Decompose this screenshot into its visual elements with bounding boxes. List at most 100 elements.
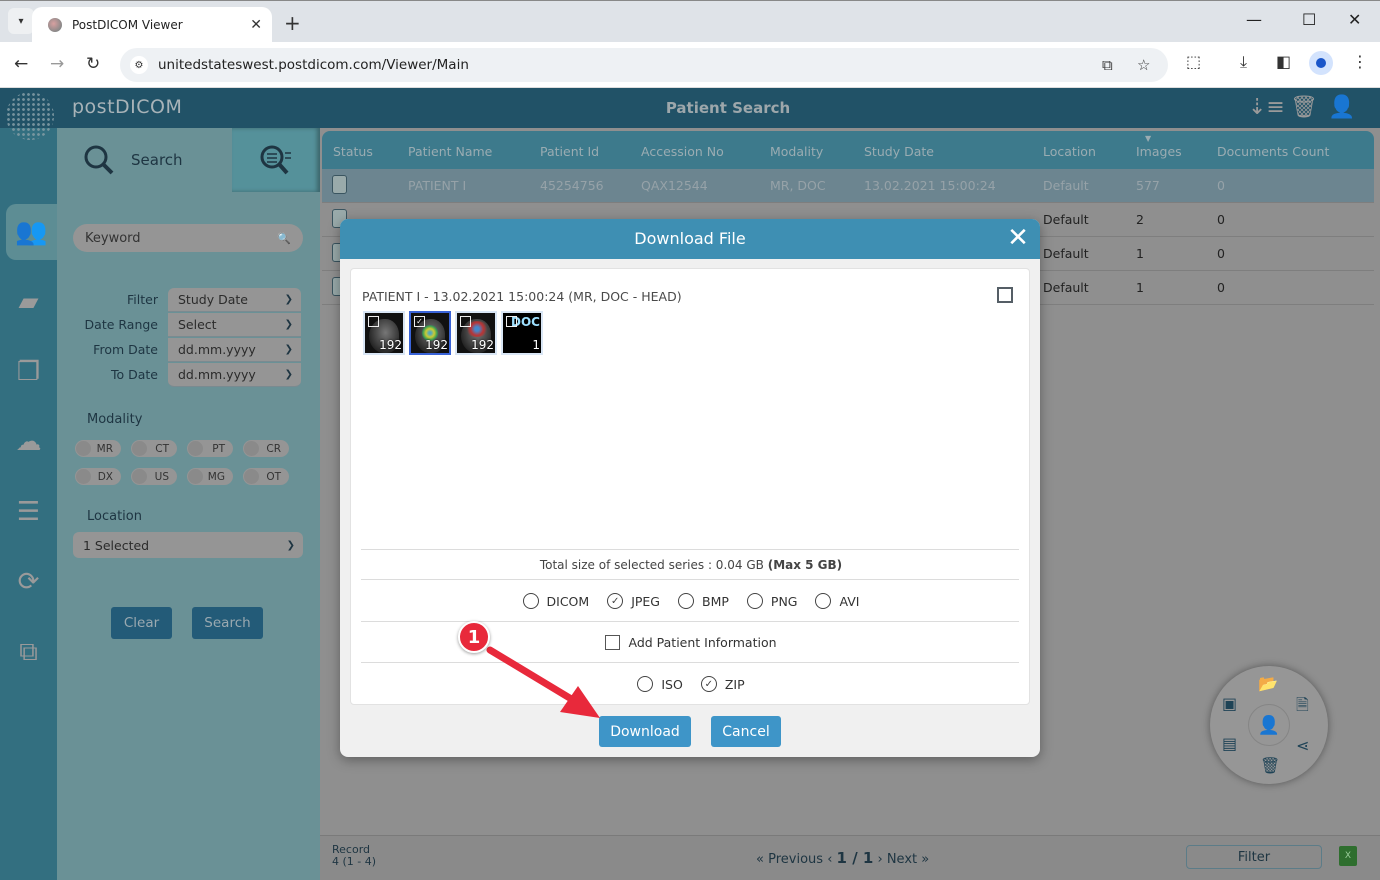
radio-checked-icon[interactable]: ✓ (607, 593, 624, 609)
format-jpeg[interactable]: ✓ JPEG (607, 593, 660, 609)
rail-folders[interactable]: ▰ (0, 274, 57, 330)
add-document-icon[interactable]: 🗎 (1296, 694, 1309, 721)
modality-toggle-dx[interactable]: DX (75, 468, 121, 485)
rail-studies[interactable]: ❐ (0, 344, 57, 400)
add-patient-info-checkbox[interactable]: Add Patient Information (605, 635, 777, 650)
series-thumbnail[interactable]: 192 (455, 311, 497, 355)
radio-unchecked-icon[interactable] (637, 676, 654, 692)
browser-menu-icon[interactable]: ⋮ (1352, 52, 1368, 71)
bookmark-star-icon[interactable]: ☆ (1137, 56, 1150, 74)
url-bar[interactable]: ⚙ unitedstateswest.postdicom.com/Viewer/… (120, 48, 1168, 82)
profile-avatar[interactable] (1309, 51, 1333, 75)
previous-link[interactable]: Previous (768, 852, 823, 867)
forward-icon[interactable]: → (50, 54, 64, 74)
download-button[interactable]: Download (599, 716, 691, 747)
add-patient-icon[interactable]: 👤 (1248, 704, 1290, 746)
radio-unchecked-icon[interactable] (522, 593, 539, 609)
modality-toggle-pt[interactable]: PT (187, 440, 233, 457)
date-range-select[interactable]: Select ❯ (168, 313, 301, 337)
keyword-search-icon[interactable]: 🔍 (277, 232, 291, 245)
series-checkbox[interactable] (368, 316, 379, 327)
downloads-icon[interactable]: ⤓ (1240, 52, 1247, 72)
col-study-date[interactable]: Study Date (864, 144, 934, 159)
new-tab-button[interactable]: + (284, 11, 301, 35)
translate-icon[interactable]: ⧉ (1102, 56, 1113, 74)
col-accession-no[interactable]: Accession No (641, 144, 724, 159)
delete-icon[interactable]: 🗑 (1260, 756, 1280, 775)
to-date-input[interactable]: dd.mm.yyyy ❯ (168, 363, 301, 387)
open-folder-icon[interactable]: 📂 (1258, 674, 1278, 693)
side-panel-icon[interactable]: ◧ (1276, 52, 1291, 71)
rail-upload[interactable]: ☁ (0, 414, 57, 470)
radio-unchecked-icon[interactable] (678, 593, 694, 609)
tab-advanced-search[interactable] (232, 128, 320, 192)
prev-page-icon[interactable]: ‹ (827, 852, 832, 867)
rail-sync[interactable]: ⟳ (0, 554, 57, 610)
col-patient-id[interactable]: Patient Id (540, 144, 599, 159)
maximize-button[interactable]: ☐ (1302, 10, 1316, 29)
tab-list-button[interactable]: ▾ (8, 8, 34, 34)
browser-tab[interactable]: PostDICOM Viewer ✕ (32, 7, 272, 43)
filter-button[interactable]: Filter (1186, 845, 1322, 869)
modality-toggle-us[interactable]: US (131, 468, 177, 485)
first-page-icon[interactable]: « (756, 852, 764, 867)
report-icon[interactable]: ▤ (1222, 734, 1237, 753)
rail-transfer[interactable]: ⧉ (0, 624, 57, 680)
keyword-input[interactable]: Keyword 🔍 (73, 224, 303, 252)
tab-close-icon[interactable]: ✕ (250, 17, 262, 33)
modality-toggle-ot[interactable]: OT (243, 468, 289, 485)
cancel-button[interactable]: Cancel (711, 716, 781, 747)
modality-toggle-cr[interactable]: CR (243, 440, 289, 457)
col-patient-name[interactable]: Patient Name (408, 144, 492, 159)
col-documents-count[interactable]: Documents Count (1217, 144, 1329, 159)
format-png[interactable]: PNG (746, 593, 797, 609)
tab-search[interactable]: Search (57, 128, 232, 192)
next-page-icon[interactable]: › (877, 852, 882, 867)
col-images[interactable]: Images (1136, 144, 1182, 159)
recycle-bin-icon[interactable]: 🗑 (1290, 95, 1318, 120)
new-folder-icon[interactable]: ▣ (1222, 694, 1237, 713)
package-zip[interactable]: ✓ ZIP (700, 676, 745, 692)
extensions-icon[interactable]: ⬚ (1186, 52, 1201, 71)
package-iso[interactable]: ISO (637, 676, 683, 692)
dialog-close-icon[interactable]: ✕ (1004, 223, 1032, 253)
rail-patients[interactable]: 👥 (6, 204, 57, 260)
radio-unchecked-icon[interactable] (815, 593, 832, 609)
user-icon[interactable]: 👤 (1328, 95, 1355, 120)
format-bmp[interactable]: BMP (678, 593, 729, 609)
series-checkbox[interactable] (506, 316, 517, 327)
share-icon[interactable]: ⋖ (1296, 736, 1309, 755)
rail-list-search[interactable]: ☰ (0, 484, 57, 540)
format-avi[interactable]: AVI (815, 593, 859, 609)
checkbox-icon[interactable] (605, 635, 621, 650)
format-dicom[interactable]: DICOM (522, 593, 589, 609)
series-checkbox[interactable]: ✓ (414, 316, 425, 327)
clear-button[interactable]: Clear (111, 607, 172, 639)
col-modality[interactable]: Modality (770, 144, 823, 159)
last-page-icon[interactable]: » (921, 852, 929, 867)
series-thumbnail[interactable]: DOC 1 (501, 311, 543, 355)
col-location[interactable]: Location (1043, 144, 1096, 159)
excel-export-icon[interactable]: X (1339, 846, 1357, 866)
location-select[interactable]: 1 Selected ❯ (73, 532, 303, 558)
select-all-checkbox[interactable] (997, 287, 1013, 303)
series-checkbox[interactable] (460, 316, 471, 327)
series-thumbnail[interactable]: 192 (363, 311, 405, 355)
modality-toggle-mr[interactable]: MR (75, 440, 121, 457)
series-thumbnail[interactable]: ✓ 192 (409, 311, 451, 355)
reload-icon[interactable]: ↻ (86, 54, 100, 74)
radio-unchecked-icon[interactable] (746, 593, 763, 609)
sort-list-icon[interactable]: ⇣≡ (1248, 95, 1285, 120)
back-icon[interactable]: ← (14, 54, 28, 74)
next-link[interactable]: Next (887, 852, 917, 867)
from-date-input[interactable]: dd.mm.yyyy ❯ (168, 338, 301, 362)
search-button[interactable]: Search (192, 607, 263, 639)
radio-checked-icon[interactable]: ✓ (700, 676, 717, 692)
close-window-button[interactable]: ✕ (1348, 10, 1361, 29)
filter-select[interactable]: Study Date ❯ (168, 288, 301, 312)
col-status[interactable]: Status (333, 144, 373, 159)
table-row[interactable]: PATIENT I 45254756 QAX12544 MR, DOC 13.0… (322, 169, 1374, 203)
minimize-button[interactable]: — (1246, 10, 1262, 29)
modality-toggle-ct[interactable]: CT (131, 440, 177, 457)
modality-toggle-mg[interactable]: MG (187, 468, 233, 485)
